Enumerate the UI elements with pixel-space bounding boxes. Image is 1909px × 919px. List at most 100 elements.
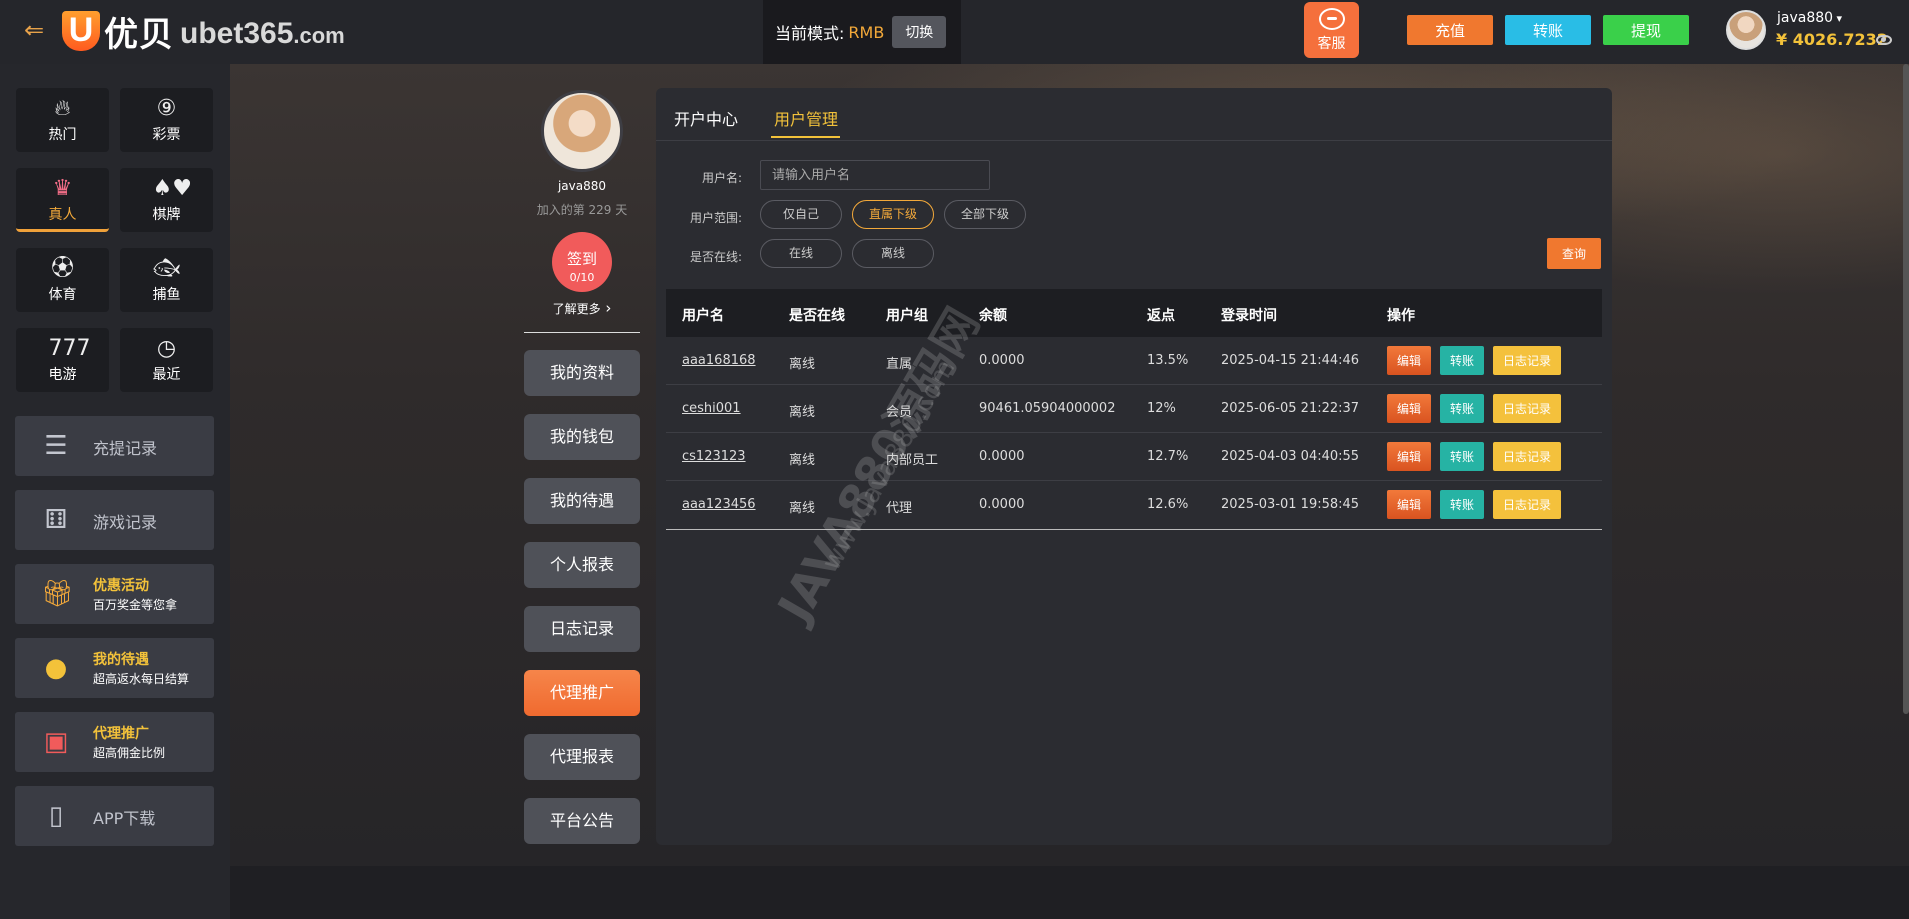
col-username: 用户名 bbox=[682, 308, 724, 324]
fish-icon: 🐟︎ bbox=[152, 256, 181, 281]
currency-mode: 当前模式: RMB 切换 bbox=[763, 0, 961, 64]
log-records-button[interactable]: 日志记录 bbox=[1493, 394, 1561, 423]
profile-nav-agent-promo[interactable]: 代理推广 bbox=[524, 670, 640, 716]
sidebar-item-promotions[interactable]: 🎁︎ 优惠活动 百万奖金等您拿 bbox=[15, 564, 214, 624]
log-records-button[interactable]: 日志记录 bbox=[1493, 346, 1561, 375]
edit-button[interactable]: 编辑 bbox=[1387, 490, 1431, 519]
range-filter-label: 用户范围: bbox=[689, 211, 742, 225]
col-balance: 余额 bbox=[979, 308, 1007, 324]
brand-logo[interactable]: U 优贝 ubet365.com bbox=[62, 6, 345, 56]
game-tile-sports[interactable]: ⚽︎ 体育 bbox=[16, 248, 109, 312]
withdraw-button[interactable]: 提现 bbox=[1603, 15, 1689, 45]
row-rebate: 12% bbox=[1147, 401, 1176, 416]
row-balance: 0.0000 bbox=[979, 353, 1025, 368]
mode-value: RMB bbox=[848, 22, 885, 42]
signin-button[interactable]: 签到 0/10 bbox=[552, 232, 612, 292]
row-group: 代理 bbox=[886, 501, 913, 516]
username-input[interactable] bbox=[760, 160, 990, 190]
page-scrollbar[interactable] bbox=[1903, 64, 1909, 714]
row-username-link[interactable]: aaa123456 bbox=[682, 497, 756, 512]
table-row: cs123123 离线 内部员工 0.0000 12.7% 2025-04-03… bbox=[666, 433, 1602, 481]
profile-divider bbox=[524, 332, 640, 333]
sidebar-item-app-download[interactable]: ▯ APP下载 bbox=[15, 786, 214, 846]
row-username-link[interactable]: cs123123 bbox=[682, 449, 746, 464]
profile-nav-announcements[interactable]: 平台公告 bbox=[524, 798, 640, 844]
game-tile-live[interactable]: ♛ 真人 bbox=[16, 168, 109, 232]
left-sidebar: 🔥︎ 热门 ⑨ 彩票 ♛ 真人 ♠♥ 棋牌 ⚽︎ 体育 🐟︎ 捕鱼 777 电游… bbox=[0, 64, 230, 919]
row-online: 离线 bbox=[789, 501, 816, 516]
log-records-button[interactable]: 日志记录 bbox=[1493, 442, 1561, 471]
signin-count: 0/10 bbox=[569, 271, 595, 284]
profile-nav-my-info[interactable]: 我的资料 bbox=[524, 350, 640, 396]
game-tile-hot[interactable]: 🔥︎ 热门 bbox=[16, 88, 109, 152]
table-row: aaa123456 离线 代理 0.0000 12.6% 2025-03-01 … bbox=[666, 481, 1602, 529]
game-tile-fishing[interactable]: 🐟︎ 捕鱼 bbox=[120, 248, 213, 312]
row-online: 离线 bbox=[789, 453, 816, 468]
profile-nav-log-records[interactable]: 日志记录 bbox=[524, 606, 640, 652]
transfer-row-button[interactable]: 转账 bbox=[1440, 346, 1484, 375]
edit-button[interactable]: 编辑 bbox=[1387, 394, 1431, 423]
profile-nav-personal-report[interactable]: 个人报表 bbox=[524, 542, 640, 588]
profile-nav-my-benefits[interactable]: 我的待遇 bbox=[524, 478, 640, 524]
customer-service-button[interactable]: 客服 bbox=[1304, 2, 1359, 58]
row-login-time: 2025-04-03 04:40:55 bbox=[1221, 449, 1360, 464]
sidebar-item-deposit-records[interactable]: ☰ 充提记录 bbox=[15, 416, 214, 476]
tab-user-management[interactable]: 用户管理 bbox=[774, 106, 838, 130]
game-tile-cards[interactable]: ♠♥ 棋牌 bbox=[120, 168, 213, 232]
col-rebate: 返点 bbox=[1147, 308, 1175, 324]
slot-777-icon: 777 bbox=[48, 336, 91, 361]
transfer-row-button[interactable]: 转账 bbox=[1440, 490, 1484, 519]
profile-nav-agent-report[interactable]: 代理报表 bbox=[524, 734, 640, 780]
gift-icon: 🎁︎ bbox=[41, 579, 75, 609]
deposit-button[interactable]: 充值 bbox=[1407, 15, 1493, 45]
logo-mark-icon: U bbox=[62, 11, 100, 51]
profile-nav-my-wallet[interactable]: 我的钱包 bbox=[524, 414, 640, 460]
col-actions: 操作 bbox=[1387, 308, 1415, 324]
game-tile-slots[interactable]: 777 电游 bbox=[16, 328, 109, 392]
range-option-direct[interactable]: 直属下级 bbox=[852, 200, 934, 229]
sidebar-item-game-records[interactable]: ⚅ 游戏记录 bbox=[15, 490, 214, 550]
game-tile-lottery[interactable]: ⑨ 彩票 bbox=[120, 88, 213, 152]
log-records-button[interactable]: 日志记录 bbox=[1493, 490, 1561, 519]
edit-button[interactable]: 编辑 bbox=[1387, 346, 1431, 375]
row-rebate: 12.6% bbox=[1147, 497, 1189, 512]
lottery-ball-icon: ⑨ bbox=[156, 96, 177, 121]
game-tile-recent[interactable]: ◷ 最近 bbox=[120, 328, 213, 392]
online-filter-label: 是否在线: bbox=[689, 250, 742, 264]
tab-account-center[interactable]: 开户中心 bbox=[674, 106, 738, 130]
table-bottom-border bbox=[666, 529, 1602, 530]
row-balance: 90461.05904000002 bbox=[979, 401, 1116, 416]
clock-icon: ◷ bbox=[156, 336, 177, 361]
user-management-panel: 开户中心 用户管理 用户名: 用户范围: 仅自己 直属下级 全部下级 是否在线:… bbox=[656, 88, 1612, 845]
edit-button[interactable]: 编辑 bbox=[1387, 442, 1431, 471]
brand-name-en: ubet365.com bbox=[180, 17, 345, 50]
range-option-self[interactable]: 仅自己 bbox=[760, 200, 842, 229]
brand-name-cn: 优贝 bbox=[104, 14, 174, 55]
eye-icon[interactable] bbox=[1876, 35, 1892, 45]
row-username-link[interactable]: aaa168168 bbox=[682, 353, 756, 368]
query-button[interactable]: 查询 bbox=[1547, 238, 1601, 269]
online-option-offline[interactable]: 离线 bbox=[852, 239, 934, 268]
row-username-link[interactable]: ceshi001 bbox=[682, 401, 741, 416]
profile-avatar[interactable] bbox=[541, 90, 623, 172]
username-filter-label: 用户名: bbox=[701, 171, 742, 185]
transfer-button[interactable]: 转账 bbox=[1505, 15, 1591, 45]
transfer-row-button[interactable]: 转账 bbox=[1440, 394, 1484, 423]
user-name-dropdown[interactable]: java880 bbox=[1777, 10, 1842, 26]
table-row: aaa168168 离线 直属 0.0000 13.5% 2025-04-15 … bbox=[666, 337, 1602, 385]
top-header: ⇐ U 优贝 ubet365.com 当前模式: RMB 切换 客服 充值 转账… bbox=[0, 0, 1909, 64]
col-group: 用户组 bbox=[886, 308, 928, 324]
sidebar-item-agent-promo[interactable]: ▣ 代理推广 超高佣金比例 bbox=[15, 712, 214, 772]
range-option-all[interactable]: 全部下级 bbox=[944, 200, 1026, 229]
sidebar-item-benefits[interactable]: ● 我的待遇 超高返水每日结算 bbox=[15, 638, 214, 698]
user-avatar[interactable] bbox=[1726, 10, 1766, 50]
learn-more-link[interactable]: 了解更多 bbox=[520, 299, 644, 317]
user-table: 用户名 是否在线 用户组 余额 返点 登录时间 操作 aaa168168 离线 … bbox=[666, 289, 1602, 529]
transfer-row-button[interactable]: 转账 bbox=[1440, 442, 1484, 471]
table-row: ceshi001 离线 会员 90461.05904000002 12% 202… bbox=[666, 385, 1602, 433]
online-option-online[interactable]: 在线 bbox=[760, 239, 842, 268]
back-arrow-icon[interactable]: ⇐ bbox=[20, 16, 48, 44]
row-online: 离线 bbox=[789, 405, 816, 420]
mode-switch-button[interactable]: 切换 bbox=[892, 16, 947, 48]
gold-coin-icon: ● bbox=[44, 653, 68, 683]
